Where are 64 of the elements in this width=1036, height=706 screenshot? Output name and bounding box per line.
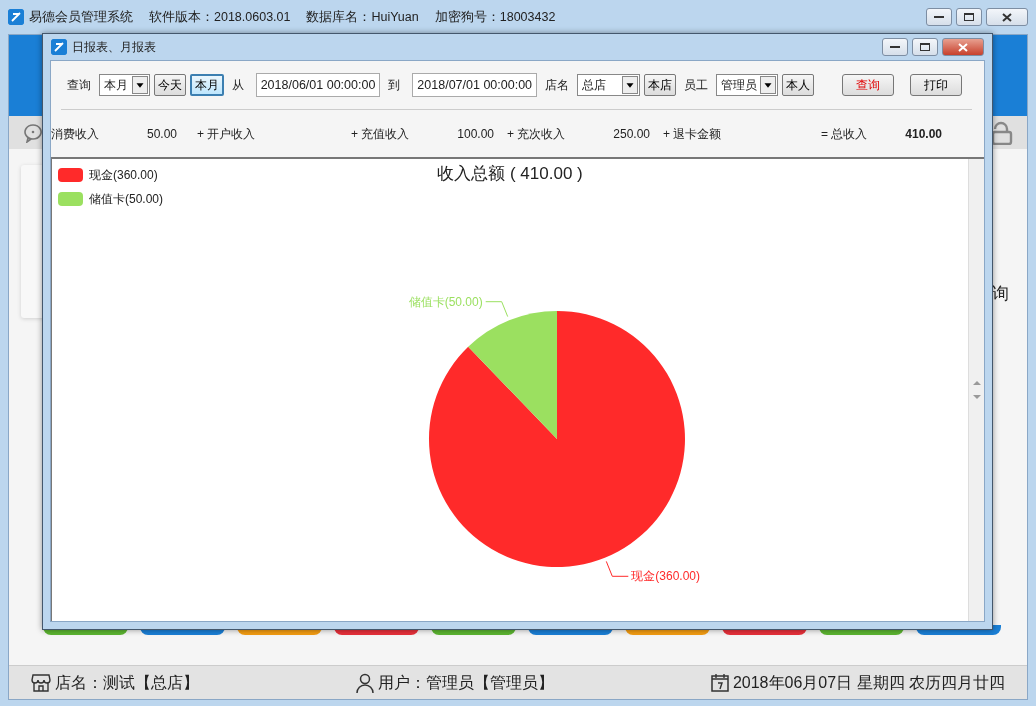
minimize-button[interactable] (882, 38, 908, 56)
summary-value: 250.00 (613, 125, 651, 143)
toggle-button[interactable]: 本店 (643, 74, 676, 96)
lock-icon[interactable] (991, 120, 1013, 145)
dialog-title: 日报表、月报表 (72, 39, 156, 56)
dropdown[interactable]: 总店 (577, 74, 640, 96)
date-field[interactable]: 2018/07/01 00:00:00 (412, 73, 538, 97)
caret-icon[interactable] (760, 76, 777, 94)
close-icon (958, 42, 968, 52)
field-label: 查询 (67, 77, 91, 94)
date-field[interactable]: 2018/06/01 00:00:00 (255, 73, 381, 97)
store-icon (31, 673, 51, 692)
slice-label: 储值卡(50.00) (408, 294, 483, 309)
window-title-text: 软件版本：2018.0603.01 (149, 8, 291, 26)
caret-icon[interactable] (131, 76, 148, 94)
caret-icon[interactable] (621, 76, 638, 94)
summary-value: 410.00 (905, 125, 943, 143)
toggle-button[interactable]: 今天 (153, 74, 186, 96)
summary-label: + 充值收入 (351, 125, 410, 143)
maximize-button[interactable] (956, 8, 982, 26)
legend-label: 储值卡(50.00) (89, 191, 164, 208)
summary-label: + 开户收入 (197, 125, 256, 143)
minimize-icon (890, 45, 900, 49)
window-title-text: 数据库名：HuiYuan (306, 8, 419, 26)
leader-line (605, 560, 629, 577)
field-label: 员工 (683, 77, 708, 94)
maximize-icon (964, 13, 974, 21)
user-icon (355, 672, 374, 693)
minimize-icon (934, 15, 944, 19)
chart-title: 收入总额 ( 410.00 ) (437, 164, 583, 183)
app-icon (51, 39, 67, 55)
field-label: 到 (388, 77, 401, 94)
maximize-button[interactable] (912, 38, 938, 56)
dropdown[interactable]: 本月 (99, 74, 150, 96)
chat-icon[interactable] (23, 122, 43, 143)
summary-label: = 总收入 (821, 125, 868, 143)
summary-value: 100.00 (457, 125, 495, 143)
slice-label: 现金(360.00) (631, 569, 700, 584)
status-text: 店名：测试【总店】 (55, 672, 199, 693)
toggle-button[interactable]: 本人 (782, 74, 815, 96)
print-button[interactable]: 打印 (910, 74, 962, 96)
close-button[interactable] (942, 38, 984, 56)
close-button[interactable] (986, 8, 1028, 26)
summary-label: + 充次收入 (507, 125, 566, 143)
status-text: 2018年06月07日 星期四 农历四月廿四 (732, 672, 1005, 693)
leader-line (485, 301, 509, 318)
window-title-text: 易德会员管理系统 (29, 8, 133, 26)
summary-label: 消费收入 (51, 125, 99, 143)
calendar-icon (710, 673, 729, 692)
summary-value: 50.00 (147, 125, 178, 143)
dropdown[interactable]: 管理员 (715, 74, 779, 96)
query-button[interactable]: 查询 (842, 74, 895, 96)
summary-label: + 退卡金额 (663, 125, 722, 143)
close-icon (1002, 12, 1012, 22)
maximize-icon (920, 43, 930, 51)
legend-label: 现金(360.00) (89, 167, 158, 184)
minimize-button[interactable] (926, 8, 952, 26)
window-title-text: 加密狗号：18003432 (434, 8, 556, 26)
menu-label: 询 (992, 283, 1009, 305)
app-icon (8, 9, 24, 25)
toggle-button[interactable]: 本月 (189, 74, 224, 96)
field-label: 从 (231, 77, 244, 94)
status-text: 用户：管理员【管理员】 (377, 672, 554, 693)
field-label: 店名 (545, 77, 570, 94)
